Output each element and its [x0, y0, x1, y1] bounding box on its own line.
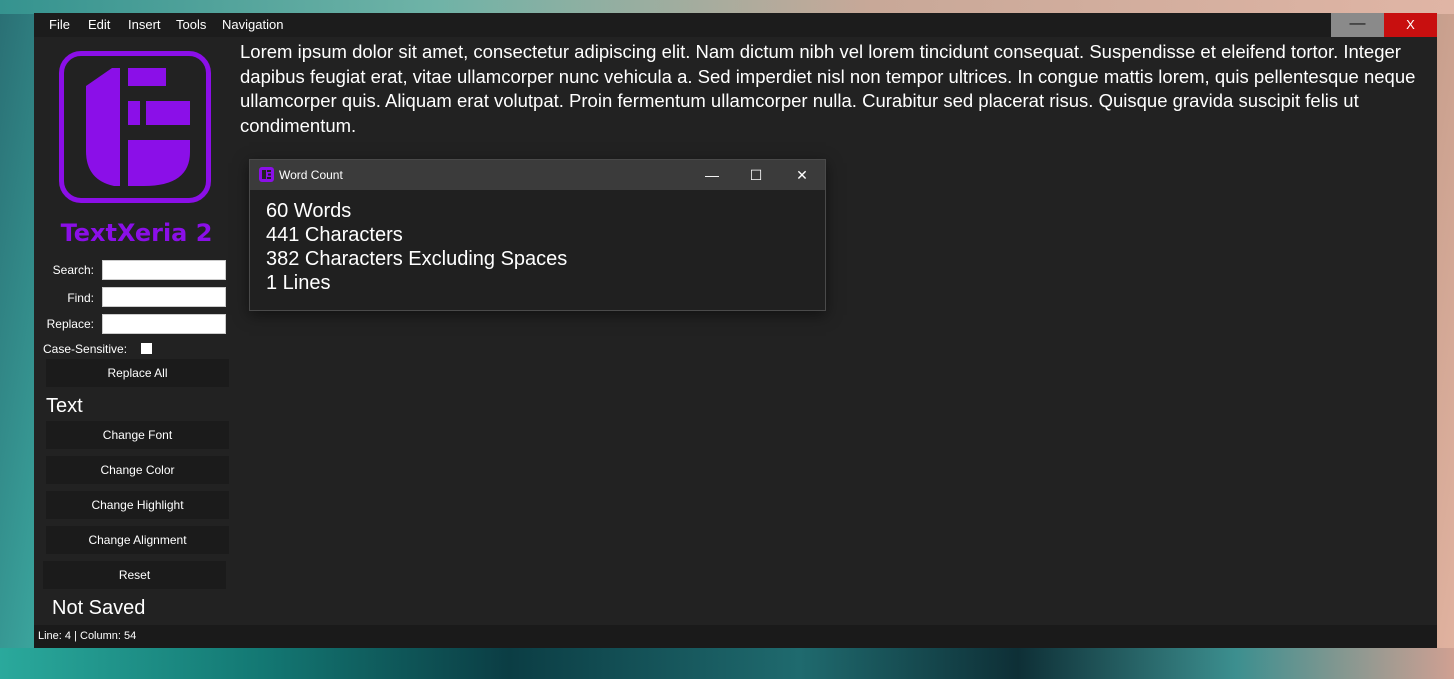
reset-button[interactable]: Reset — [43, 561, 226, 589]
dialog-close-icon[interactable]: ✕ — [780, 160, 824, 190]
minimize-button[interactable]: — — [1331, 13, 1384, 37]
status-bar: Line: 4 | Column: 54 — [34, 625, 1437, 648]
menu-edit[interactable]: Edit — [88, 17, 110, 32]
word-count-dialog: Word Count — ☐ ✕ 60 Words 441 Characters… — [249, 159, 826, 311]
text-editor[interactable]: Lorem ipsum dolor sit amet, consectetur … — [240, 40, 1436, 138]
replace-input[interactable] — [102, 314, 226, 334]
find-label: Find: — [67, 291, 94, 305]
replace-all-button[interactable]: Replace All — [46, 359, 229, 387]
dialog-titlebar[interactable]: Word Count — ☐ ✕ — [250, 160, 825, 190]
case-sensitive-checkbox[interactable] — [141, 343, 152, 354]
find-input[interactable] — [102, 287, 226, 307]
menu-navigation[interactable]: Navigation — [222, 17, 283, 32]
search-label: Search: — [52, 263, 94, 277]
desktop-wallpaper-bottom — [0, 648, 1454, 679]
change-highlight-button[interactable]: Change Highlight — [46, 491, 229, 519]
save-status: Not Saved — [52, 597, 146, 619]
change-font-button[interactable]: Change Font — [46, 421, 229, 449]
text-section-heading: Text — [46, 395, 83, 417]
change-alignment-button[interactable]: Change Alignment — [46, 526, 229, 554]
cursor-position: Line: 4 | Column: 54 — [38, 630, 137, 642]
app-logo-icon — [259, 167, 274, 182]
desktop-wallpaper-top — [0, 0, 1454, 14]
change-color-button[interactable]: Change Color — [46, 456, 229, 484]
dialog-title: Word Count — [279, 168, 343, 182]
menu-bar: File Edit Insert Tools Navigation — X — [34, 13, 1437, 37]
dialog-minimize-icon[interactable]: — — [690, 160, 734, 190]
close-button[interactable]: X — [1384, 13, 1437, 37]
menu-tools[interactable]: Tools — [176, 17, 206, 32]
dialog-maximize-icon[interactable]: ☐ — [734, 160, 778, 190]
character-count-stat: 441 Characters — [266, 224, 403, 246]
case-sensitive-label: Case-Sensitive: — [43, 342, 128, 356]
app-title: TextXeria 2 — [60, 219, 213, 247]
menu-insert[interactable]: Insert — [128, 17, 161, 32]
search-input[interactable] — [102, 260, 226, 280]
app-logo-icon — [59, 51, 211, 203]
menu-file[interactable]: File — [49, 17, 70, 32]
replace-label: Replace: — [46, 317, 94, 331]
word-count-stat: 60 Words — [266, 200, 352, 222]
app-window: File Edit Insert Tools Navigation — X Te… — [34, 13, 1437, 648]
character-no-spaces-stat: 382 Characters Excluding Spaces — [266, 248, 568, 270]
sidebar: TextXeria 2 Search: Find: Replace: Case-… — [34, 37, 239, 625]
line-count-stat: 1 Lines — [266, 272, 331, 294]
